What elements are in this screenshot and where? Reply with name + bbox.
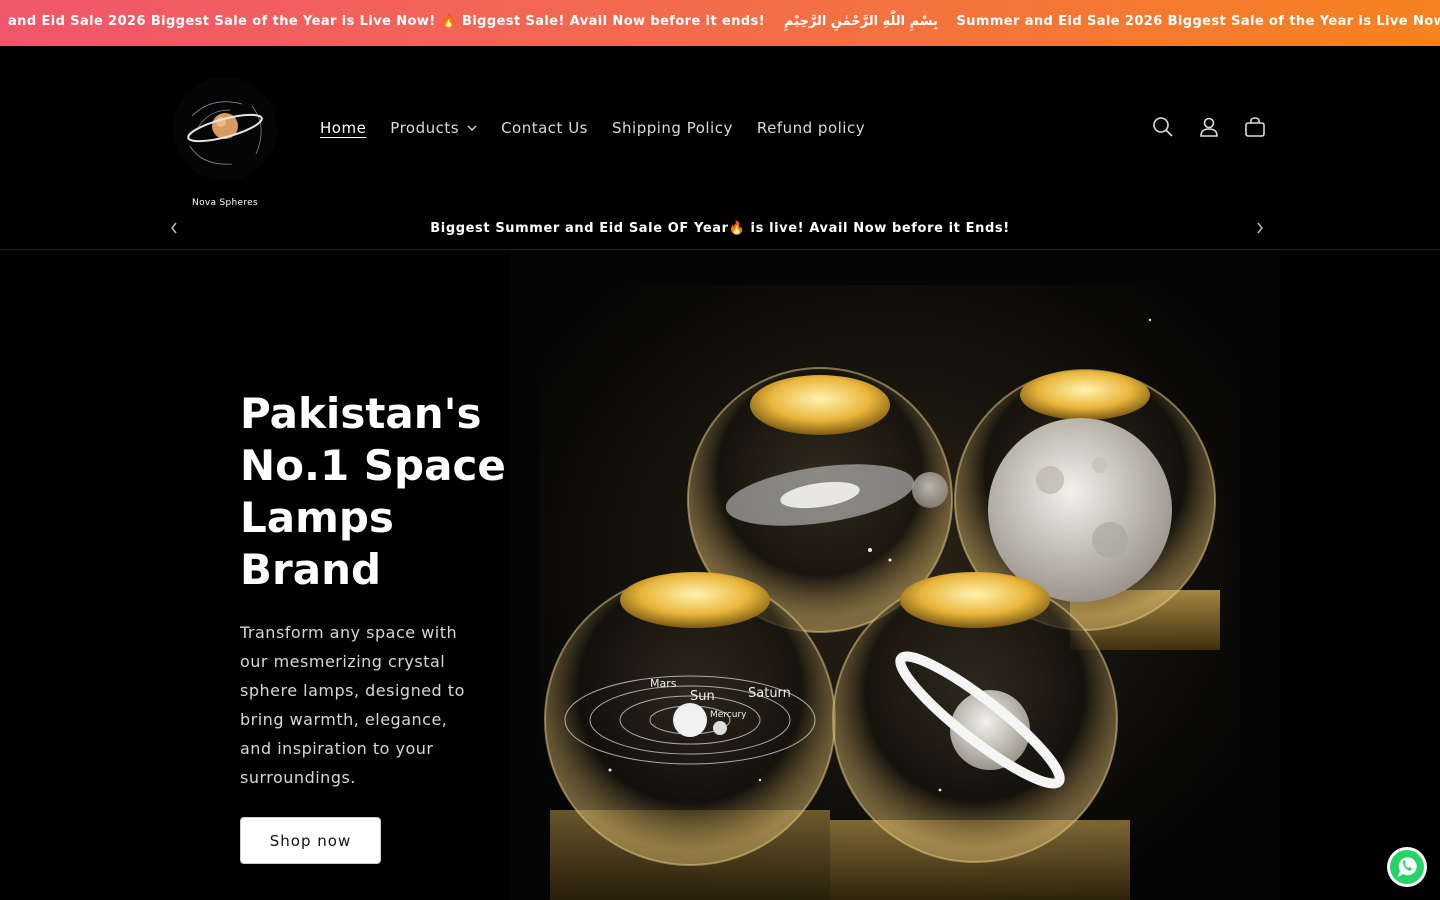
nav-home[interactable]: Home [320,119,366,137]
hero-banner: Mars Sun Saturn Mercury Pakistan's No.1 … [0,250,1440,900]
hero-title: Pakistan's No.1 Space Lamps Brand [240,389,506,594]
hero-description: Transform any space with our mesmerizing… [240,623,465,787]
nav-products[interactable]: Products [390,119,477,137]
site-header: Nova Spheres Home Products Contact Us Sh… [0,46,1440,210]
header-icons [1150,114,1268,140]
chevron-right-icon[interactable] [1256,222,1264,238]
announcement-marquee: and Eid Sale 2026 Biggest Sale of the Ye… [0,0,1440,46]
chevron-down-icon [467,123,477,134]
nav-contact[interactable]: Contact Us [501,119,588,137]
nav-refund-policy[interactable]: Refund policy [757,119,865,137]
account-icon[interactable] [1196,114,1222,140]
planet-label: Saturn [748,686,791,701]
planet-label: Mercury [710,710,747,720]
planet-logo-icon [173,77,277,181]
planet-label: Sun [690,689,715,704]
cart-icon[interactable] [1242,114,1268,140]
search-icon[interactable] [1150,114,1176,140]
planet-label: Mars [650,677,677,690]
hero-content: Pakistan's No.1 Space Lamps Brand Transf… [240,388,540,864]
nav-products-label: Products [390,119,460,137]
crystal-lamps-image: Mars Sun Saturn Mercury [510,250,1280,900]
marquee-item: Summer and Eid Sale 2026 Biggest Sale of… [956,14,1440,29]
shop-now-button[interactable]: Shop now [240,817,381,864]
announcement-text: Biggest Summer and Eid Sale OF Year🔥 is … [430,221,1010,236]
marquee-item-arabic: بِسْمِ اللّٰهِ الرَّحْمٰنِ الرَّحِیْمِ [784,14,938,29]
whatsapp-icon[interactable] [1386,846,1428,888]
nav-shipping-policy[interactable]: Shipping Policy [612,119,733,137]
logo-text: Nova Spheres [192,198,258,208]
brand-logo[interactable]: Nova Spheres [172,76,278,208]
announcement-bar: Biggest Summer and Eid Sale OF Year🔥 is … [0,210,1440,250]
marquee-item: and Eid Sale 2026 Biggest Sale of the Ye… [8,14,766,29]
main-nav: Home Products Contact Us Shipping Policy… [320,119,865,137]
